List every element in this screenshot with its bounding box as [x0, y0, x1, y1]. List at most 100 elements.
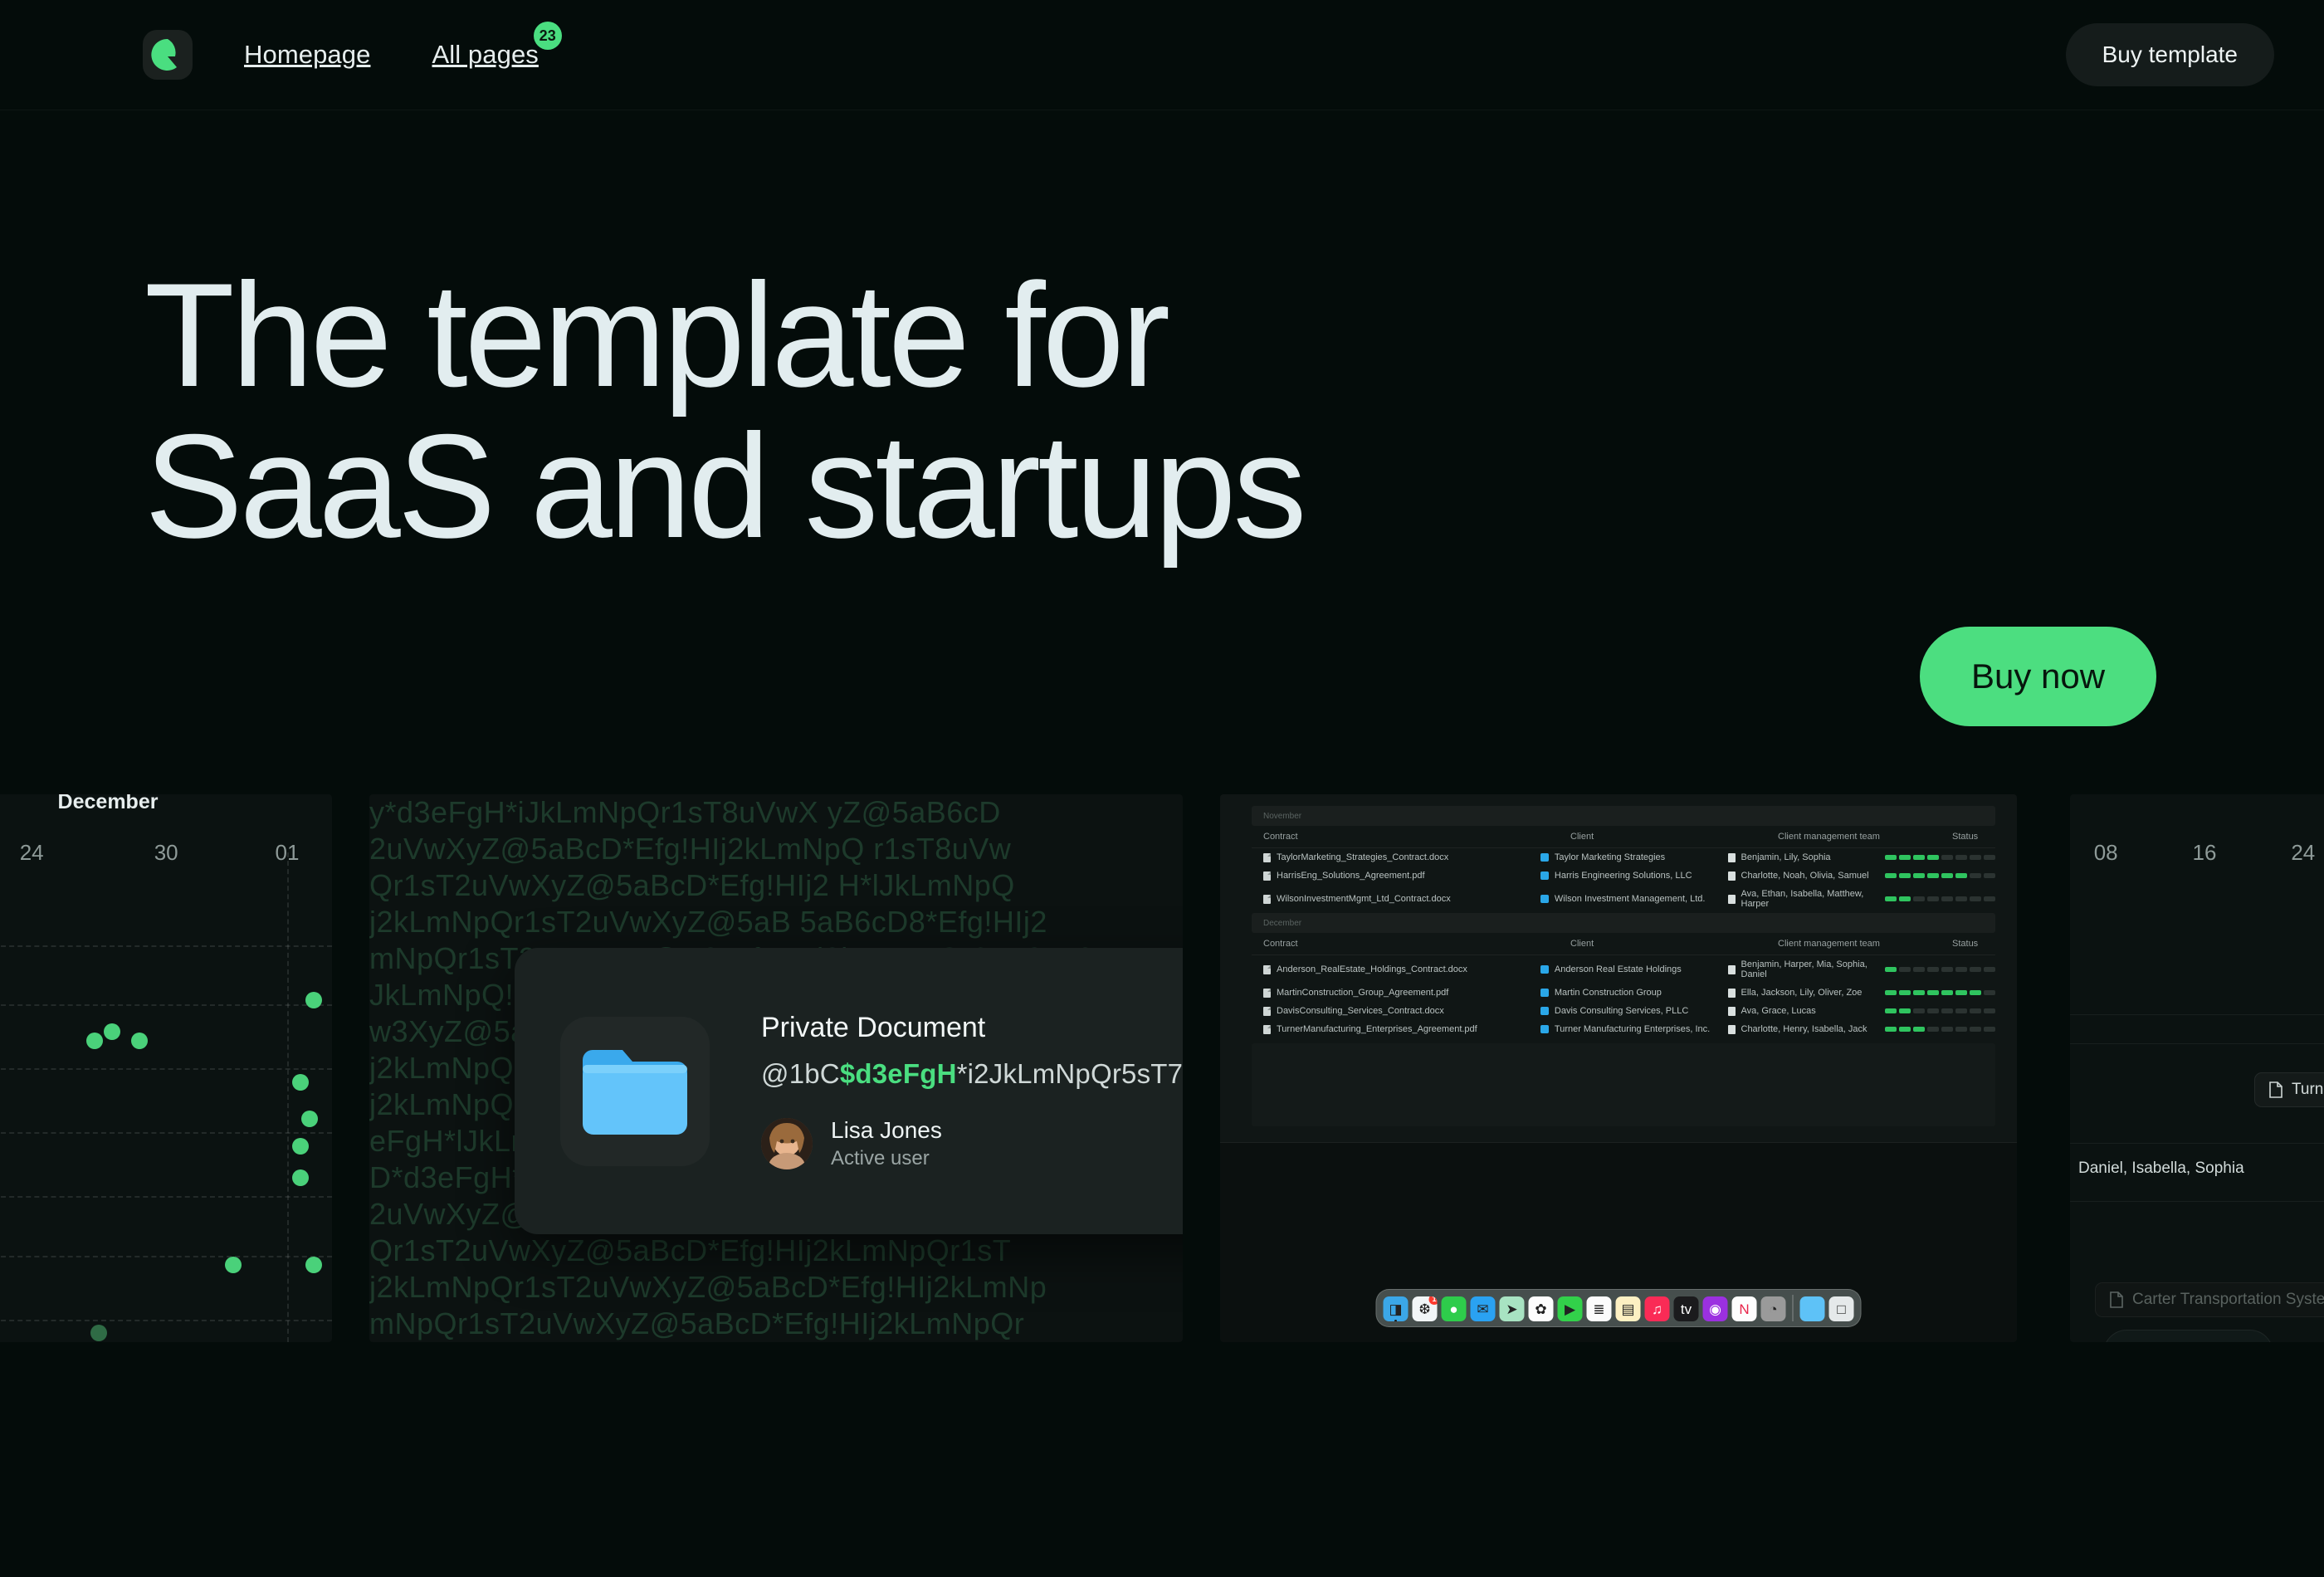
- scatter-point: [225, 1256, 242, 1273]
- document-icon: [1263, 988, 1271, 998]
- person-page-icon: [1727, 871, 1736, 881]
- status-segment: [1913, 896, 1925, 901]
- cell-client: Martin Construction Group: [1540, 988, 1728, 998]
- status-segment: [1941, 896, 1953, 901]
- status-segment: [1955, 1027, 1967, 1032]
- freeform-icon[interactable]: ◔: [1760, 1296, 1786, 1321]
- x-tick-24: 24: [19, 840, 44, 865]
- buy-now-button[interactable]: Buy now: [1920, 627, 2157, 726]
- mail-icon[interactable]: ✉: [1470, 1296, 1496, 1321]
- cell-team: Ava, Grace, Lucas: [1727, 1006, 1886, 1016]
- mac-dock: ◨ ❆ 1 ● ✉ ➤ ✿ ▶ ≣ ▤ ♫ tv ◉ N ◔ □: [1375, 1289, 1862, 1327]
- status-segment: [1899, 1027, 1911, 1032]
- status-segment: [1913, 967, 1925, 972]
- contract-name: TurnerManufacturing_Enterprises_Agreemen…: [1277, 1024, 1477, 1034]
- contract-name: Anderson_RealEstate_Holdings_Contract.do…: [1277, 964, 1467, 974]
- document-owner-name: Lisa Jones: [831, 1117, 942, 1143]
- cell-contract: TurnerManufacturing_Enterprises_Agreemen…: [1263, 1024, 1540, 1034]
- contract-name: WilsonInvestmentMgmt_Ltd_Contract.docx: [1277, 894, 1451, 904]
- team-names: Charlotte, Henry, Isabella, Jack: [1741, 1024, 1868, 1034]
- page-title: The template for SaaS and startups: [144, 260, 1307, 561]
- reminders-icon[interactable]: ≣: [1586, 1296, 1612, 1321]
- right-x-tick-16: 16: [2192, 840, 2217, 865]
- podcasts-icon[interactable]: ◉: [1702, 1296, 1728, 1321]
- scatter-point: [292, 1169, 310, 1186]
- chip-turner[interactable]: Turner M: [2254, 1072, 2324, 1107]
- chip-carter-label: Carter Transportation Systems: [2132, 1291, 2324, 1308]
- feature-name-pill[interactable]: Feature name: [2103, 1330, 2274, 1342]
- table-row[interactable]: TaylorMarketing_Strategies_Contract.docx…: [1252, 848, 1995, 867]
- table-row[interactable]: WilsonInvestmentMgmt_Ltd_Contract.docx Wi…: [1252, 885, 1995, 913]
- code-rain-line: Qr1sT2uVwXyZ@5aBcD*Efg!HIj2 H*lJkLmNpQ: [369, 868, 1015, 902]
- status-segment: [1885, 990, 1897, 995]
- notes-icon[interactable]: ▤: [1615, 1296, 1641, 1321]
- brand-logo[interactable]: [143, 30, 193, 80]
- status-segment: [1927, 990, 1939, 995]
- document-icon: [1263, 894, 1271, 904]
- mac-window: November Contract Client Client management …: [1220, 794, 2017, 1143]
- news-icon[interactable]: N: [1731, 1296, 1757, 1321]
- cell-client: Taylor Marketing Strategies: [1540, 852, 1728, 862]
- column-header: Client management team: [1778, 939, 1880, 949]
- maps-icon[interactable]: ➤: [1499, 1296, 1525, 1321]
- status-segment: [1927, 967, 1939, 972]
- music-icon[interactable]: ♫: [1644, 1296, 1670, 1321]
- scatter-point: [292, 1137, 310, 1155]
- nav-link-homepage-label: Homepage: [244, 40, 371, 69]
- messages-icon[interactable]: ●: [1441, 1296, 1467, 1321]
- hash-suffix: *i2JkLmNpQr5sT7uVw: [956, 1058, 1183, 1089]
- trash-icon[interactable]: □: [1828, 1296, 1854, 1321]
- client-swatch-icon: [1540, 853, 1549, 862]
- private-document-card[interactable]: Private Document @1bC$d3eFgH*i2JkLmNpQr5…: [515, 948, 1183, 1234]
- appletv-icon[interactable]: tv: [1673, 1296, 1699, 1321]
- document-icon: [2269, 1081, 2282, 1098]
- column-header: Client management team: [1778, 832, 1880, 842]
- status-segment: [1941, 1027, 1953, 1032]
- buy-template-button[interactable]: Buy template: [2065, 23, 2274, 86]
- cell-status: [1885, 1027, 1995, 1032]
- gridline-h-4: [0, 1196, 332, 1198]
- finder-icon[interactable]: ◨: [1383, 1296, 1409, 1321]
- right-panel-names-row: Daniel, Isabella, Sophia: [2078, 1160, 2244, 1177]
- status-segment: [1984, 873, 1995, 878]
- nav-links: Homepage All pages 23: [244, 22, 562, 70]
- top-navigation-bar: Homepage All pages 23 Buy template: [0, 0, 2324, 110]
- status-segment: [1970, 990, 1981, 995]
- nav-link-all-pages-label: All pages: [432, 40, 539, 69]
- scatter-point: [292, 1073, 310, 1091]
- facetime-icon[interactable]: ▶: [1557, 1296, 1583, 1321]
- status-badge: [1885, 1027, 1995, 1032]
- status-segment: [1955, 1008, 1967, 1013]
- nav-link-homepage[interactable]: Homepage: [244, 40, 370, 70]
- status-segment: [1885, 855, 1897, 860]
- document-icon: [2110, 1291, 2123, 1308]
- cell-team: Ava, Ethan, Isabella, Matthew, Harper: [1727, 889, 1886, 909]
- cell-status: [1885, 967, 1995, 972]
- table-row[interactable]: MartinConstruction_Group_Agreement.pdf Ma…: [1252, 984, 1995, 1002]
- cell-contract: TaylorMarketing_Strategies_Contract.docx: [1263, 852, 1540, 862]
- status-segment: [1984, 967, 1995, 972]
- document-icon: [1263, 1024, 1271, 1034]
- blue-folder-icon: [560, 1017, 710, 1166]
- status-segment: [1885, 1027, 1897, 1032]
- right-x-tick-24: 24: [2291, 840, 2316, 865]
- table-row[interactable]: TurnerManufacturing_Enterprises_Agreemen…: [1252, 1020, 1995, 1038]
- nav-link-all-pages[interactable]: All pages 23: [432, 22, 562, 70]
- folder-icon[interactable]: [1799, 1296, 1825, 1321]
- team-names: Ella, Jackson, Lily, Oliver, Zoe: [1741, 988, 1863, 998]
- code-rain-line: 2uVwXyZ@5aBcD*Efg!HIj2kLmNpQ r1sT8uVw: [369, 832, 1012, 866]
- cell-contract: WilsonInvestmentMgmt_Ltd_Contract.docx: [1263, 894, 1540, 904]
- document-owner: Lisa Jones Active user: [761, 1117, 1183, 1170]
- status-segment: [1970, 967, 1981, 972]
- scatter-point: [104, 1023, 121, 1040]
- chip-carter[interactable]: Carter Transportation Systems: [2095, 1282, 2324, 1317]
- status-segment: [1927, 1008, 1939, 1013]
- scatter-point: [90, 1325, 108, 1341]
- status-segment: [1913, 855, 1925, 860]
- cell-status: [1885, 855, 1995, 860]
- table-row[interactable]: HarrisEng_Solutions_Agreement.pdf Harris …: [1252, 867, 1995, 885]
- safari-icon[interactable]: ❆ 1: [1412, 1296, 1438, 1321]
- table-row[interactable]: DavisConsulting_Services_Contract.docx Da…: [1252, 1002, 1995, 1020]
- table-row[interactable]: Anderson_RealEstate_Holdings_Contract.do…: [1252, 955, 1995, 984]
- photos-icon[interactable]: ✿: [1528, 1296, 1554, 1321]
